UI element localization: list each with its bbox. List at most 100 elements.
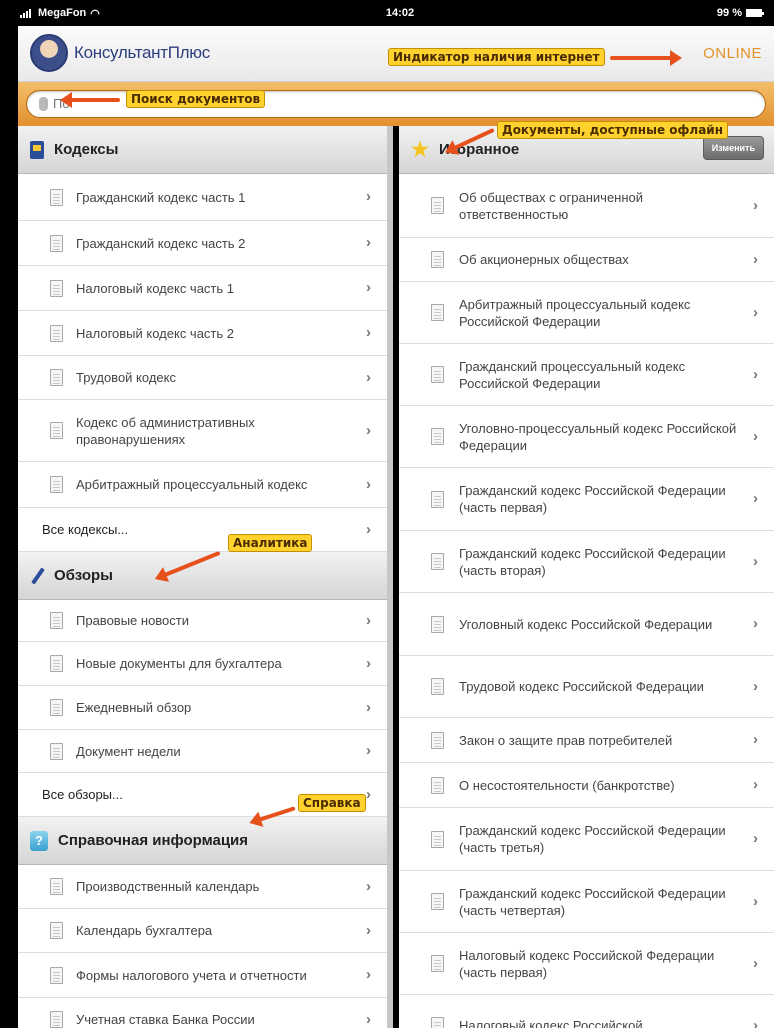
- chevron-right-icon: ›: [366, 279, 371, 296]
- item-label: Налоговый кодекс часть 2: [76, 325, 234, 341]
- list-item[interactable]: Уголовно-процессуальный кодекс Российско…: [399, 406, 774, 468]
- chevron-right-icon: ›: [753, 731, 758, 748]
- list-item[interactable]: Налоговый кодекс часть 1 ›: [18, 266, 387, 311]
- item-label: Гражданский кодекс Российской Федерации …: [459, 885, 726, 918]
- list-item[interactable]: Гражданский кодекс Российской Федерации …: [399, 531, 774, 593]
- list-item[interactable]: Налоговый кодекс Российской ›: [399, 995, 774, 1028]
- document-icon: [50, 699, 63, 716]
- item-label: Документ недели: [76, 743, 181, 759]
- document-icon: [50, 878, 63, 895]
- item-label: Трудовой кодекс: [76, 370, 176, 385]
- item-label: Гражданский кодекс Российской Федерации …: [459, 545, 726, 578]
- chevron-right-icon: ›: [366, 611, 371, 629]
- document-icon: [50, 742, 63, 760]
- document-icon: [431, 893, 444, 910]
- annotation-offline: Документы, доступные офлайн: [497, 121, 728, 139]
- document-icon: [431, 615, 444, 633]
- list-item[interactable]: Гражданский кодекс часть 1 ›: [18, 174, 387, 221]
- chevron-right-icon: ›: [366, 921, 371, 939]
- chevron-right-icon: ›: [753, 196, 758, 214]
- document-icon: [431, 1017, 444, 1028]
- list-item[interactable]: Учетная ставка Банка России ›: [18, 998, 387, 1028]
- chevron-right-icon: ›: [366, 324, 371, 341]
- chevron-right-icon: ›: [753, 677, 758, 695]
- document-icon: [50, 1011, 63, 1028]
- document-icon: [431, 197, 444, 214]
- annotation-internet: Индикатор наличия интернет: [388, 48, 605, 66]
- chevron-right-icon: ›: [753, 490, 758, 507]
- section-title: Справочная информация: [58, 832, 249, 849]
- document-icon: [431, 428, 444, 445]
- edit-button[interactable]: Изменить: [702, 136, 764, 160]
- document-icon: [50, 476, 63, 493]
- list-item[interactable]: Об обществах с ограниченной ответственно…: [399, 174, 774, 238]
- item-label: Арбитражный процессуальный кодекс: [76, 477, 308, 492]
- section-title: Обзоры: [54, 567, 113, 584]
- list-item[interactable]: Гражданский кодекс Российской Федерации …: [399, 871, 774, 933]
- battery-icon: [746, 9, 764, 17]
- list-item[interactable]: Гражданский кодекс Российской Федерации …: [399, 808, 774, 871]
- list-item[interactable]: Производственный календарь ›: [18, 865, 387, 909]
- chevron-right-icon: ›: [753, 365, 758, 383]
- left-column: Кодексы Гражданский кодекс часть 1 › Граж…: [18, 126, 393, 1028]
- status-bar: MegaFon ◠ 14:02 99 %: [0, 0, 774, 26]
- item-label: Налоговый кодекс Российской: [459, 1018, 643, 1028]
- document-icon: [50, 655, 63, 672]
- document-icon: [431, 731, 444, 749]
- list-item[interactable]: Закон о защите прав потребителей ›: [399, 718, 774, 763]
- item-label: Закон о защите прав потребителей: [459, 732, 673, 748]
- wifi-icon: ◠: [90, 7, 100, 20]
- list-item[interactable]: Новые документы для бухгалтера ›: [18, 642, 387, 686]
- list-item[interactable]: Налоговый кодекс часть 2 ›: [18, 311, 387, 356]
- chevron-right-icon: ›: [753, 615, 758, 632]
- section-header-reference: ? Справочная информация: [18, 817, 387, 865]
- microphone-icon[interactable]: [39, 97, 48, 111]
- document-icon: [50, 234, 63, 252]
- chevron-right-icon: ›: [366, 475, 371, 493]
- chevron-right-icon: ›: [366, 234, 371, 251]
- item-label: Трудовой кодекс Российской Федерации: [459, 679, 704, 694]
- list-item[interactable]: Трудовой кодекс ›: [18, 356, 387, 400]
- list-item[interactable]: Кодекс об административных правонарушени…: [18, 400, 387, 462]
- logo-avatar-icon: [30, 34, 68, 72]
- list-item[interactable]: Гражданский процессуальный кодекс Россий…: [399, 344, 774, 406]
- item-label: Об акционерных обществах: [459, 252, 629, 267]
- chevron-right-icon: ›: [366, 966, 371, 983]
- chevron-right-icon: ›: [753, 427, 758, 445]
- item-label: Календарь бухгалтера: [76, 923, 213, 938]
- annotation-search: Поиск документов: [126, 90, 266, 108]
- list-item[interactable]: Об акционерных обществах ›: [399, 238, 774, 282]
- list-item[interactable]: Трудовой кодекс Российской Федерации ›: [399, 656, 774, 718]
- list-item[interactable]: Календарь бухгалтера ›: [18, 909, 387, 953]
- list-item[interactable]: Гражданский кодекс часть 2 ›: [18, 221, 387, 266]
- chevron-right-icon: ›: [366, 421, 371, 439]
- item-label: Уголовно-процессуальный кодекс Российско…: [459, 420, 737, 453]
- app-logo-text: КонсультантПлюс: [74, 43, 210, 62]
- list-item[interactable]: Документ недели ›: [18, 730, 387, 773]
- item-label: О несостоятельности (банкротстве): [459, 777, 675, 793]
- list-item[interactable]: Формы налогового учета и отчетности ›: [18, 953, 387, 998]
- annotation-help: Справка: [298, 794, 366, 812]
- help-icon: ?: [30, 830, 48, 851]
- list-item[interactable]: О несостоятельности (банкротстве) ›: [399, 763, 774, 808]
- list-item[interactable]: Правовые новости ›: [18, 600, 387, 642]
- online-indicator: ONLINE: [703, 45, 762, 62]
- list-item[interactable]: Гражданский кодекс Российской Федерации …: [399, 468, 774, 531]
- list-item[interactable]: Ежедневный обзор ›: [18, 686, 387, 730]
- section-header-codes: Кодексы: [18, 126, 387, 174]
- item-label: Гражданский кодекс Российской Федерации …: [459, 483, 726, 515]
- item-label: Гражданский процессуальный кодекс Россий…: [459, 358, 686, 391]
- carrier-name: MegaFon: [38, 7, 87, 19]
- all-codes-link[interactable]: Все кодексы... ›: [18, 508, 387, 552]
- list-item[interactable]: Уголовный кодекс Российской Федерации ›: [399, 593, 774, 656]
- book-icon: [30, 140, 44, 159]
- list-item[interactable]: Арбитражный процессуальный кодекс Россий…: [399, 282, 774, 344]
- chevron-right-icon: ›: [366, 654, 371, 672]
- document-icon: [50, 422, 63, 439]
- battery-status: 99 %: [450, 7, 764, 19]
- list-item[interactable]: Налоговый кодекс Российской Федерации (ч…: [399, 933, 774, 995]
- item-label: Гражданский кодекс Российской Федерации …: [459, 823, 726, 855]
- list-item[interactable]: Арбитражный процессуальный кодекс ›: [18, 462, 387, 508]
- item-label: Правовые новости: [76, 613, 190, 628]
- document-icon: [50, 279, 63, 297]
